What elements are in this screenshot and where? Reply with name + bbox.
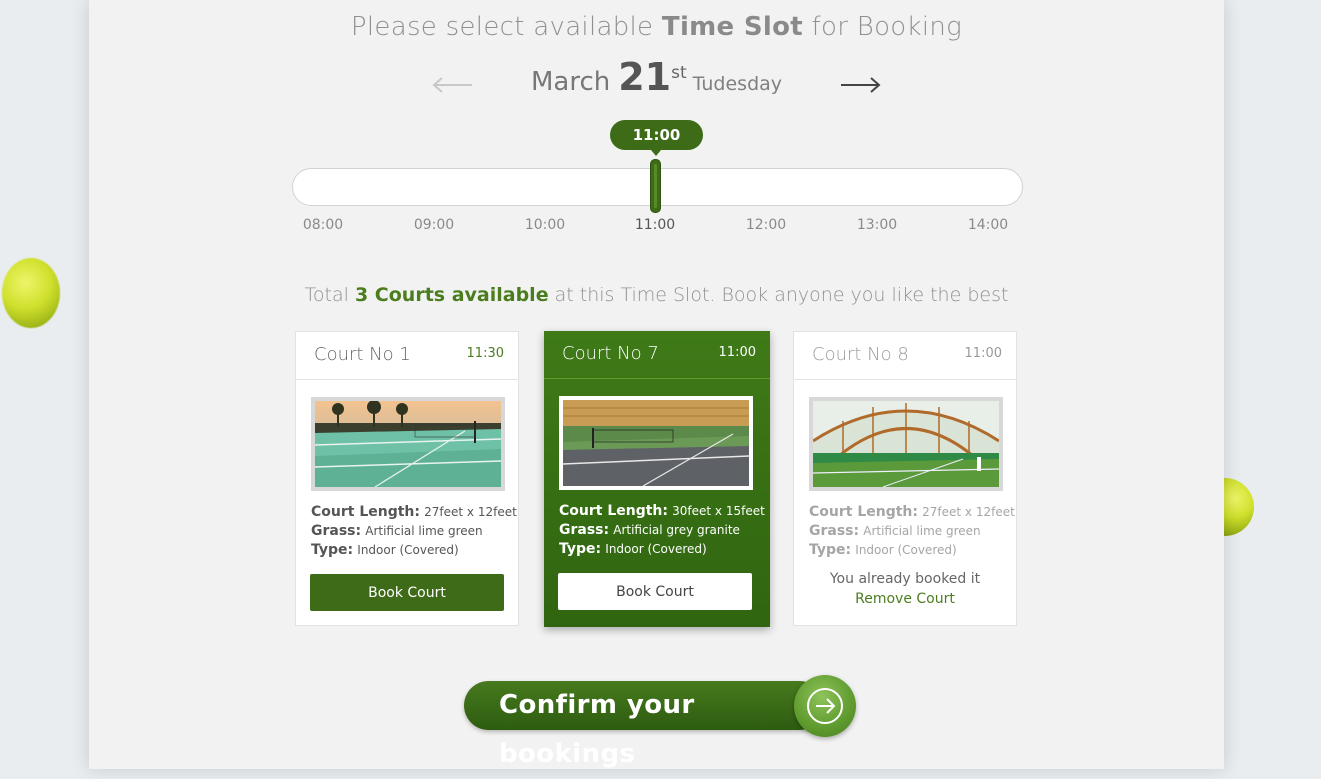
title-text-suffix: for Booking xyxy=(802,12,963,42)
detail-label: Type: xyxy=(311,542,354,558)
court-grass: Artificial lime green xyxy=(863,524,981,538)
time-tick[interactable]: 10:00 xyxy=(515,217,575,233)
court-photo xyxy=(559,396,753,490)
availability-summary: Total 3 Courts available at this Time Sl… xyxy=(89,284,1224,306)
circle-arrow-right-icon xyxy=(807,688,843,724)
court-time: 11:00 xyxy=(964,346,1002,361)
book-court-button[interactable]: Book Court xyxy=(310,574,504,611)
detail-label: Court Length: xyxy=(559,503,668,519)
detail-label: Grass: xyxy=(311,523,362,539)
detail-label: Grass: xyxy=(559,522,610,538)
detail-label: Court Length: xyxy=(311,504,420,520)
detail-label: Court Length: xyxy=(809,504,918,520)
court-details: Court Length: 30feet x 15feet Grass: Art… xyxy=(559,502,765,559)
availability-text-suffix: at this Time Slot. Book anyone you like … xyxy=(548,284,1009,306)
court-time: 11:00 xyxy=(718,345,756,360)
court-details: Court Length: 27feet x 12feet Grass: Art… xyxy=(311,503,517,560)
court-card-1: Court No 1 11:30 Court Length: 27feet x … xyxy=(295,331,519,626)
court-type: Indoor (Covered) xyxy=(605,542,707,556)
date-display: March 21st Tudesday xyxy=(89,55,1224,99)
arrow-right-icon xyxy=(841,77,881,93)
time-tick[interactable]: 13:00 xyxy=(847,217,907,233)
date-month: March xyxy=(530,67,611,97)
page-title: Please select available Time Slot for Bo… xyxy=(89,12,1224,42)
detail-label: Grass: xyxy=(809,523,860,539)
court-grass: Artificial grey granite xyxy=(613,523,740,537)
court-name: Court No 8 xyxy=(812,344,909,365)
next-day-button[interactable] xyxy=(839,70,881,100)
confirm-bookings-button[interactable]: Confirm your bookings xyxy=(464,681,824,769)
court-photo xyxy=(311,397,505,491)
time-tick-selected[interactable]: 11:00 xyxy=(625,217,685,233)
court-time: 11:30 xyxy=(466,346,504,361)
date-day: 21 xyxy=(618,55,672,99)
time-tick[interactable]: 08:00 xyxy=(293,217,353,233)
date-suffix: st xyxy=(671,63,687,83)
confirm-bookings-icon-button[interactable] xyxy=(794,675,856,737)
tennis-ball-decoration xyxy=(2,258,60,328)
court-details: Court Length: 27feet x 12feet Grass: Art… xyxy=(809,503,1015,560)
court-card-header: Court No 7 11:00 xyxy=(544,331,770,379)
court-length: 27feet x 12feet xyxy=(424,505,517,519)
detail-label: Type: xyxy=(809,542,852,558)
selected-time-bubble: 11:00 xyxy=(610,120,703,156)
court-grass: Artificial lime green xyxy=(365,524,483,538)
court-length: 30feet x 15feet xyxy=(672,504,765,518)
court-card-header: Court No 8 11:00 xyxy=(794,332,1016,380)
time-tick[interactable]: 14:00 xyxy=(958,217,1018,233)
court-type: Indoor (Covered) xyxy=(357,543,459,557)
already-booked-note: You already booked it xyxy=(829,571,981,587)
time-tick[interactable]: 12:00 xyxy=(736,217,796,233)
date-weekday: Tudesday xyxy=(692,73,783,95)
remove-court-link[interactable]: Remove Court xyxy=(794,591,1016,607)
detail-label: Type: xyxy=(559,541,602,557)
tennis-ball-decoration xyxy=(1222,478,1254,536)
book-court-button[interactable]: Book Court xyxy=(558,573,752,610)
court-name: Court No 7 xyxy=(562,343,659,364)
court-photo xyxy=(809,397,1003,491)
booking-panel: Please select available Time Slot for Bo… xyxy=(89,0,1224,769)
title-text: Please select available xyxy=(350,12,662,42)
court-type: Indoor (Covered) xyxy=(855,543,957,557)
court-name: Court No 1 xyxy=(314,344,411,365)
time-slider-handle[interactable] xyxy=(650,159,661,213)
court-card-8: Court No 8 11:00 Court Length: 27feet x … xyxy=(793,331,1017,626)
court-card-header: Court No 1 11:30 xyxy=(296,332,518,380)
time-tick[interactable]: 09:00 xyxy=(404,217,464,233)
availability-count: 3 Courts available xyxy=(354,284,549,306)
court-length: 27feet x 12feet xyxy=(922,505,1015,519)
availability-text: Total xyxy=(304,284,355,306)
court-card-7: Court No 7 11:00 Court Length: 30feet x … xyxy=(544,331,770,627)
title-highlight: Time Slot xyxy=(661,12,803,42)
